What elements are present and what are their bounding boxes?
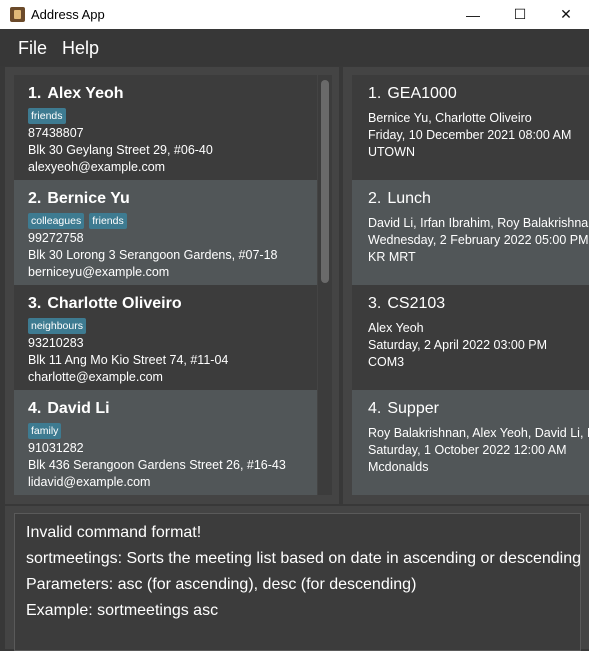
meeting-index: 1. [368, 85, 382, 102]
person-title: 4. David Li [28, 400, 110, 418]
minimize-icon[interactable]: — [450, 0, 496, 29]
meeting-card[interactable]: 1. GEA1000 Bernice Yu, Charlotte Oliveiro… [352, 75, 589, 180]
person-name: David Li [47, 400, 110, 417]
person-email: charlotte@example.com [28, 370, 163, 384]
meeting-name: CS2103 [387, 295, 446, 312]
tag: friends [89, 213, 127, 229]
person-email: berniceyu@example.com [28, 265, 170, 279]
person-phone: 99272758 [28, 231, 84, 245]
window-title: Address App [31, 7, 105, 22]
maximize-icon[interactable]: ☐ [497, 0, 543, 29]
meeting-location: Mcdonalds [368, 460, 429, 474]
person-phone: 91031282 [28, 441, 84, 455]
tag-list: colleagues friends [28, 213, 127, 229]
meeting-location: COM3 [368, 355, 405, 369]
result-line: Example: sortmeetings asc [26, 602, 219, 619]
scrollbar-thumb[interactable] [321, 80, 329, 283]
result-line: sortmeetings: Sorts the meeting list bas… [26, 550, 581, 567]
close-icon[interactable]: ✕ [543, 0, 589, 29]
person-index: 2. [28, 190, 42, 207]
person-phone: 93210283 [28, 336, 84, 350]
meeting-datetime: Saturday, 2 April 2022 03:00 PM [368, 338, 548, 352]
person-list[interactable]: 1. Alex Yeoh friends 87438807 Blk 30 Geyl… [14, 75, 317, 495]
result-line: Parameters: asc (for ascending), desc (f… [26, 576, 417, 593]
meeting-location: KR MRT [368, 250, 416, 264]
meeting-people: Roy Balakrishnan, Alex Yeoh, David Li, I… [368, 426, 589, 440]
meeting-location: UTOWN [368, 145, 415, 159]
meeting-card[interactable]: 2. Lunch David Li, Irfan Ibrahim, Roy Bal… [352, 180, 589, 285]
meeting-people: David Li, Irfan Ibrahim, Roy Balakrishna… [368, 216, 589, 230]
meeting-list-panel: 1. GEA1000 Bernice Yu, Charlotte Oliveiro… [343, 67, 589, 504]
person-card[interactable]: 2. Bernice Yu colleagues friends 99272758… [14, 180, 317, 285]
tag-list: neighbours [28, 318, 86, 334]
menu-file[interactable]: File [18, 38, 47, 59]
meeting-title: 3. CS2103 [368, 295, 445, 313]
person-address: Blk 30 Lorong 3 Serangoon Gardens, #07-1… [28, 248, 278, 262]
person-list-scrollbar[interactable] [318, 75, 332, 495]
meeting-datetime: Wednesday, 2 February 2022 05:00 PM [368, 233, 589, 247]
person-card[interactable]: 4. David Li family 91031282 Blk 436 Seran… [14, 390, 317, 495]
tag-list: family [28, 423, 62, 439]
person-name: Alex Yeoh [47, 85, 124, 102]
person-list-panel: 1. Alex Yeoh friends 87438807 Blk 30 Geyl… [5, 67, 339, 504]
meeting-list[interactable]: 1. GEA1000 Bernice Yu, Charlotte Oliveiro… [352, 75, 589, 495]
person-phone: 87438807 [28, 126, 84, 140]
person-address: Blk 11 Ang Mo Kio Street 74, #11-04 [28, 353, 229, 367]
person-name: Bernice Yu [47, 190, 130, 207]
person-index: 4. [28, 400, 42, 417]
meeting-index: 2. [368, 190, 382, 207]
app-icon [10, 7, 25, 22]
meeting-name: Lunch [387, 190, 431, 207]
menu-help[interactable]: Help [62, 38, 99, 59]
person-title: 3. Charlotte Oliveiro [28, 295, 182, 313]
person-name: Charlotte Oliveiro [47, 295, 182, 312]
meeting-card[interactable]: 3. CS2103 Alex Yeoh Saturday, 2 April 202… [352, 285, 589, 390]
result-display-panel: Invalid command format! sortmeetings: So… [5, 506, 589, 651]
person-card[interactable]: 1. Alex Yeoh friends 87438807 Blk 30 Geyl… [14, 75, 317, 180]
meeting-datetime: Saturday, 1 October 2022 12:00 AM [368, 443, 567, 457]
tag: friends [28, 108, 66, 124]
person-index: 1. [28, 85, 42, 102]
window-titlebar: Address App — ☐ ✕ [0, 0, 589, 29]
meeting-title: 2. Lunch [368, 190, 431, 208]
result-display[interactable]: Invalid command format! sortmeetings: So… [14, 513, 581, 651]
tag-list: friends [28, 108, 66, 124]
meeting-index: 3. [368, 295, 382, 312]
tag: colleagues [28, 213, 85, 229]
person-email: lidavid@example.com [28, 475, 151, 489]
meeting-index: 4. [368, 400, 382, 417]
meeting-card[interactable]: 4. Supper Roy Balakrishnan, Alex Yeoh, Da… [352, 390, 589, 495]
person-address: Blk 30 Geylang Street 29, #06-40 [28, 143, 213, 157]
meeting-people: Alex Yeoh [368, 321, 424, 335]
person-index: 3. [28, 295, 42, 312]
person-email: alexyeoh@example.com [28, 160, 166, 174]
meeting-people: Bernice Yu, Charlotte Oliveiro [368, 111, 532, 125]
person-title: 1. Alex Yeoh [28, 85, 124, 103]
meeting-title: 4. Supper [368, 400, 439, 418]
person-title: 2. Bernice Yu [28, 190, 130, 208]
meeting-name: GEA1000 [387, 85, 457, 102]
tag: neighbours [28, 318, 86, 334]
meeting-name: Supper [387, 400, 439, 417]
person-card[interactable]: 3. Charlotte Oliveiro neighbours 93210283… [14, 285, 317, 390]
meeting-title: 1. GEA1000 [368, 85, 457, 103]
menu-bar: File Help [0, 29, 589, 66]
result-line: Invalid command format! [26, 524, 202, 541]
meeting-datetime: Friday, 10 December 2021 08:00 AM [368, 128, 572, 142]
person-address: Blk 436 Serangoon Gardens Street 26, #16… [28, 458, 286, 472]
tag: family [28, 423, 62, 439]
